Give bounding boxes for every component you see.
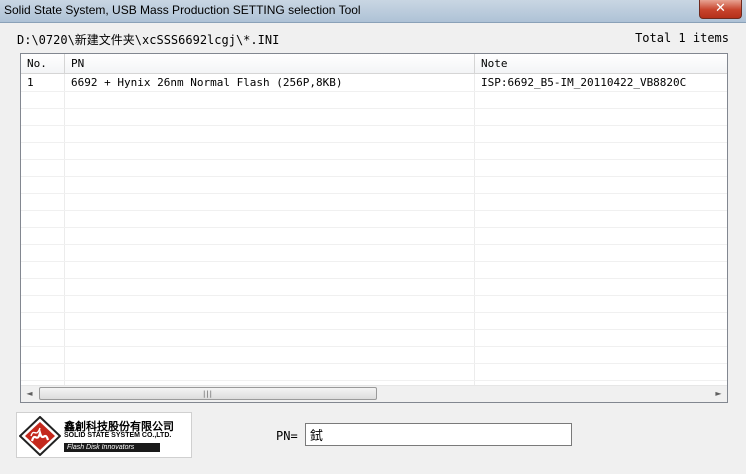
empty-row bbox=[21, 329, 727, 347]
close-button[interactable]: ✕ bbox=[699, 0, 742, 19]
company-logo: 鑫創科技股份有限公司 SOLID STATE SYSTEM CO.,LTD. F… bbox=[16, 412, 192, 458]
horizontal-scrollbar[interactable]: ◄ ||| ► bbox=[21, 385, 727, 402]
empty-row bbox=[21, 363, 727, 381]
empty-row bbox=[21, 108, 727, 126]
empty-row bbox=[21, 125, 727, 143]
row-no: 1 bbox=[27, 76, 34, 89]
empty-row bbox=[21, 210, 727, 228]
empty-row bbox=[21, 176, 727, 194]
empty-row bbox=[21, 142, 727, 160]
grip-icon: ||| bbox=[202, 390, 214, 398]
empty-row bbox=[21, 278, 727, 296]
company-tagline: Flash Disk Innovators bbox=[64, 443, 160, 452]
empty-row bbox=[21, 91, 727, 109]
app-window: Solid State System, USB Mass Production … bbox=[0, 0, 746, 474]
empty-row bbox=[21, 346, 727, 364]
column-header-pn[interactable]: PN bbox=[65, 54, 475, 73]
column-header-note[interactable]: Note bbox=[475, 54, 727, 73]
window-title: Solid State System, USB Mass Production … bbox=[4, 3, 361, 17]
scroll-left-icon[interactable]: ◄ bbox=[21, 386, 38, 402]
pn-input[interactable] bbox=[305, 423, 572, 446]
empty-row bbox=[21, 312, 727, 330]
column-header-no[interactable]: No. bbox=[21, 54, 65, 73]
empty-row bbox=[21, 193, 727, 211]
empty-row bbox=[21, 227, 727, 245]
list-row[interactable]: 1 6692 + Hynix 26nm Normal Flash (256P,8… bbox=[21, 74, 727, 92]
sss-logo-icon bbox=[19, 416, 61, 456]
row-note: ISP:6692_B5-IM_20110422_VB8820C bbox=[481, 76, 687, 89]
empty-row bbox=[21, 159, 727, 177]
empty-row bbox=[21, 295, 727, 313]
setting-list[interactable]: No. PN Note 1 6692 + Hynix 26nm Normal F… bbox=[20, 53, 728, 403]
close-icon: ✕ bbox=[715, 1, 726, 16]
row-pn: 6692 + Hynix 26nm Normal Flash (256P,8KB… bbox=[71, 76, 343, 89]
list-header: No. PN Note bbox=[21, 54, 727, 74]
ini-path-label: D:\0720\新建文件夹\xcSSS6692lcgj\*.INI bbox=[17, 33, 280, 47]
company-name-en: SOLID STATE SYSTEM CO.,LTD. bbox=[64, 432, 172, 439]
empty-row bbox=[21, 244, 727, 262]
list-body: 1 6692 + Hynix 26nm Normal Flash (256P,8… bbox=[21, 74, 727, 385]
scroll-right-icon[interactable]: ► bbox=[710, 386, 727, 402]
scrollbar-thumb[interactable]: ||| bbox=[39, 387, 377, 400]
empty-row bbox=[21, 261, 727, 279]
total-items-label: Total 1 items bbox=[635, 31, 729, 45]
pn-label: PN= bbox=[276, 429, 298, 443]
title-bar[interactable]: Solid State System, USB Mass Production … bbox=[0, 0, 746, 23]
